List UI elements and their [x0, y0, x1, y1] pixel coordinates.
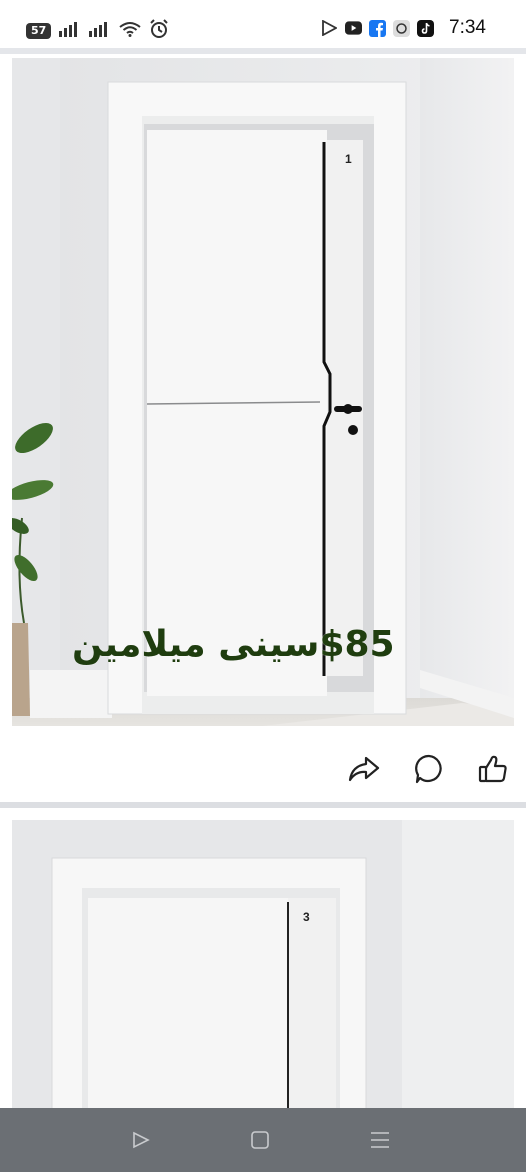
- feed-divider: [0, 802, 526, 808]
- home-icon: [251, 1131, 269, 1149]
- comment-icon: [415, 754, 442, 784]
- tiktok-icon: [417, 19, 435, 37]
- share-icon: [348, 756, 380, 782]
- vpn-icon: [393, 19, 411, 37]
- status-right: 7:34: [321, 17, 486, 39]
- share-button[interactable]: [347, 752, 381, 786]
- back-icon: [133, 1131, 150, 1149]
- status-left: 57: [26, 19, 169, 43]
- signal-icon: [89, 21, 111, 41]
- post-image[interactable]: 3: [12, 820, 514, 1110]
- door-number-label: 1: [345, 152, 352, 166]
- feed-divider: [0, 48, 526, 54]
- back-button[interactable]: [126, 1126, 156, 1154]
- comment-button[interactable]: [412, 752, 446, 786]
- facebook-icon: [369, 19, 387, 37]
- recents-icon: [371, 1132, 389, 1148]
- notification-count-badge: 57: [26, 23, 52, 39]
- like-button[interactable]: [476, 752, 510, 786]
- price-caption: $85سينى ميلامين: [72, 624, 395, 665]
- home-button[interactable]: [245, 1126, 275, 1154]
- post-action-bar: [0, 730, 526, 802]
- wifi-icon: [119, 21, 141, 41]
- youtube-icon: [345, 20, 363, 37]
- door-number-label: 3: [303, 910, 310, 924]
- door-photo: [12, 820, 514, 1110]
- android-nav-bar: [0, 1108, 526, 1172]
- recents-button[interactable]: [365, 1126, 395, 1154]
- status-time: 7:34: [449, 17, 486, 38]
- status-bar: 57 7:34: [0, 0, 526, 48]
- like-icon: [478, 755, 507, 783]
- signal-icon: [59, 21, 81, 41]
- alarm-icon: [149, 19, 169, 43]
- play-store-icon: [321, 20, 338, 37]
